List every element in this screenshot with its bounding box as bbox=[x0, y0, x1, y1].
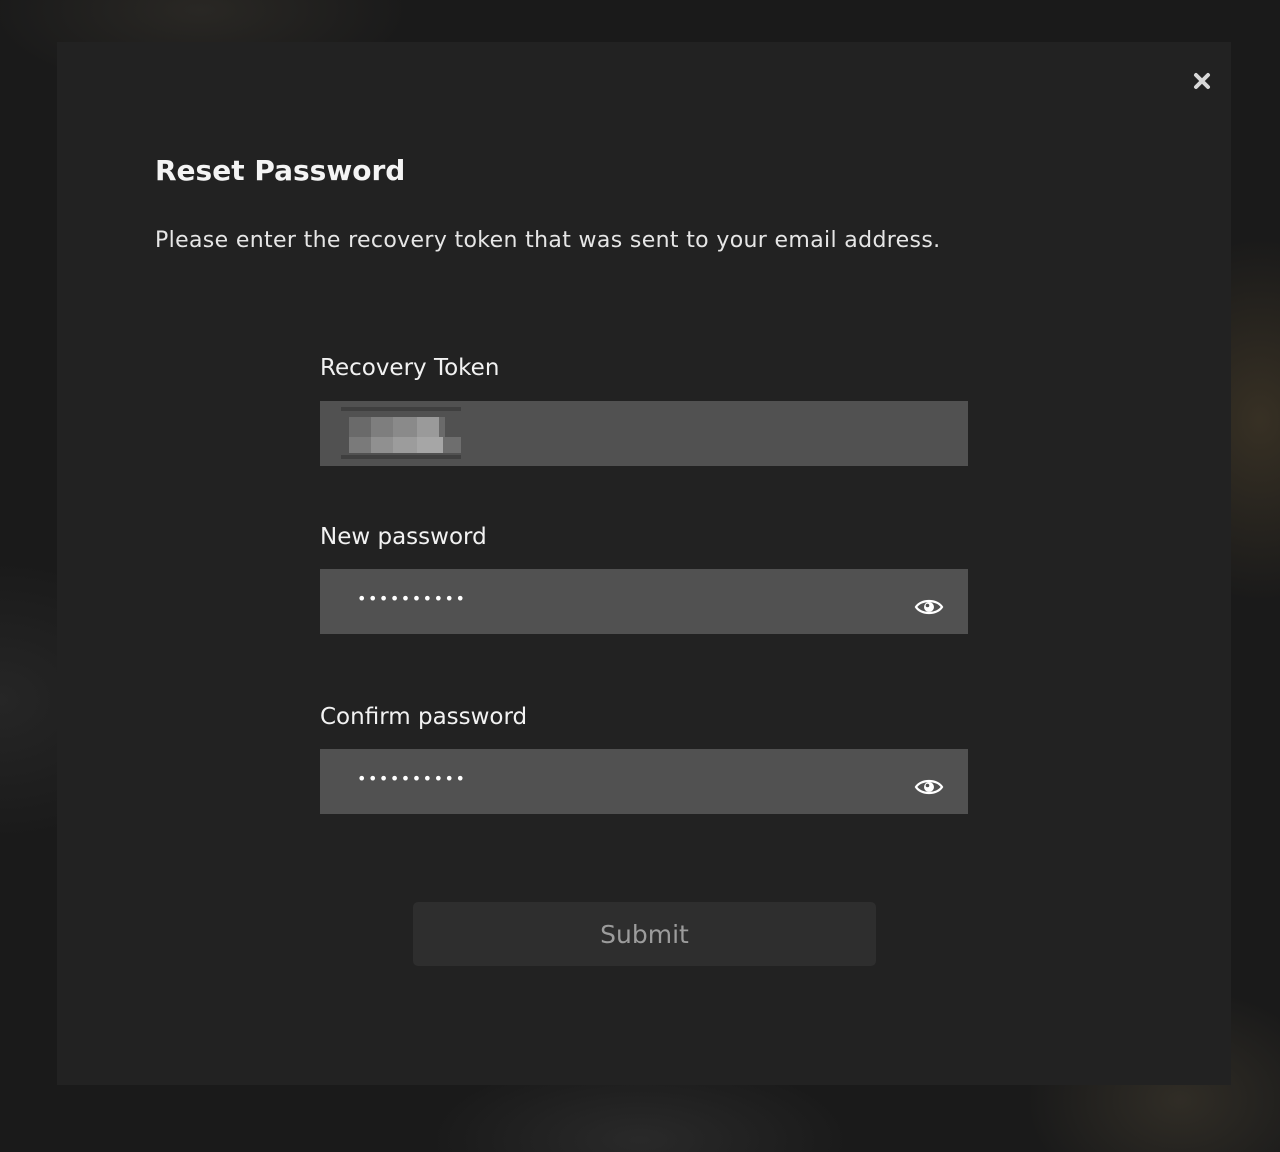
new-password-input[interactable] bbox=[320, 569, 968, 634]
new-password-visibility-toggle[interactable] bbox=[914, 595, 944, 619]
dialog-title: Reset Password bbox=[155, 154, 406, 187]
recovery-token-field[interactable] bbox=[320, 401, 968, 466]
confirm-password-label: Confirm password bbox=[320, 704, 528, 730]
recovery-token-input[interactable] bbox=[320, 401, 968, 466]
reset-password-dialog: Reset Password Please enter the recovery… bbox=[57, 42, 1231, 1085]
recovery-token-label: Recovery Token bbox=[320, 355, 500, 381]
close-icon bbox=[1194, 73, 1210, 89]
confirm-password-field[interactable]: •••••••••• bbox=[320, 749, 968, 814]
confirm-password-visibility-toggle[interactable] bbox=[914, 775, 944, 799]
new-password-field[interactable]: •••••••••• bbox=[320, 569, 968, 634]
confirm-password-input[interactable] bbox=[320, 749, 968, 814]
new-password-label: New password bbox=[320, 524, 487, 550]
eye-icon bbox=[914, 779, 944, 795]
dialog-description: Please enter the recovery token that was… bbox=[155, 228, 941, 253]
submit-button[interactable]: Submit bbox=[413, 902, 876, 966]
eye-icon bbox=[914, 599, 944, 615]
close-button[interactable] bbox=[1191, 70, 1213, 92]
